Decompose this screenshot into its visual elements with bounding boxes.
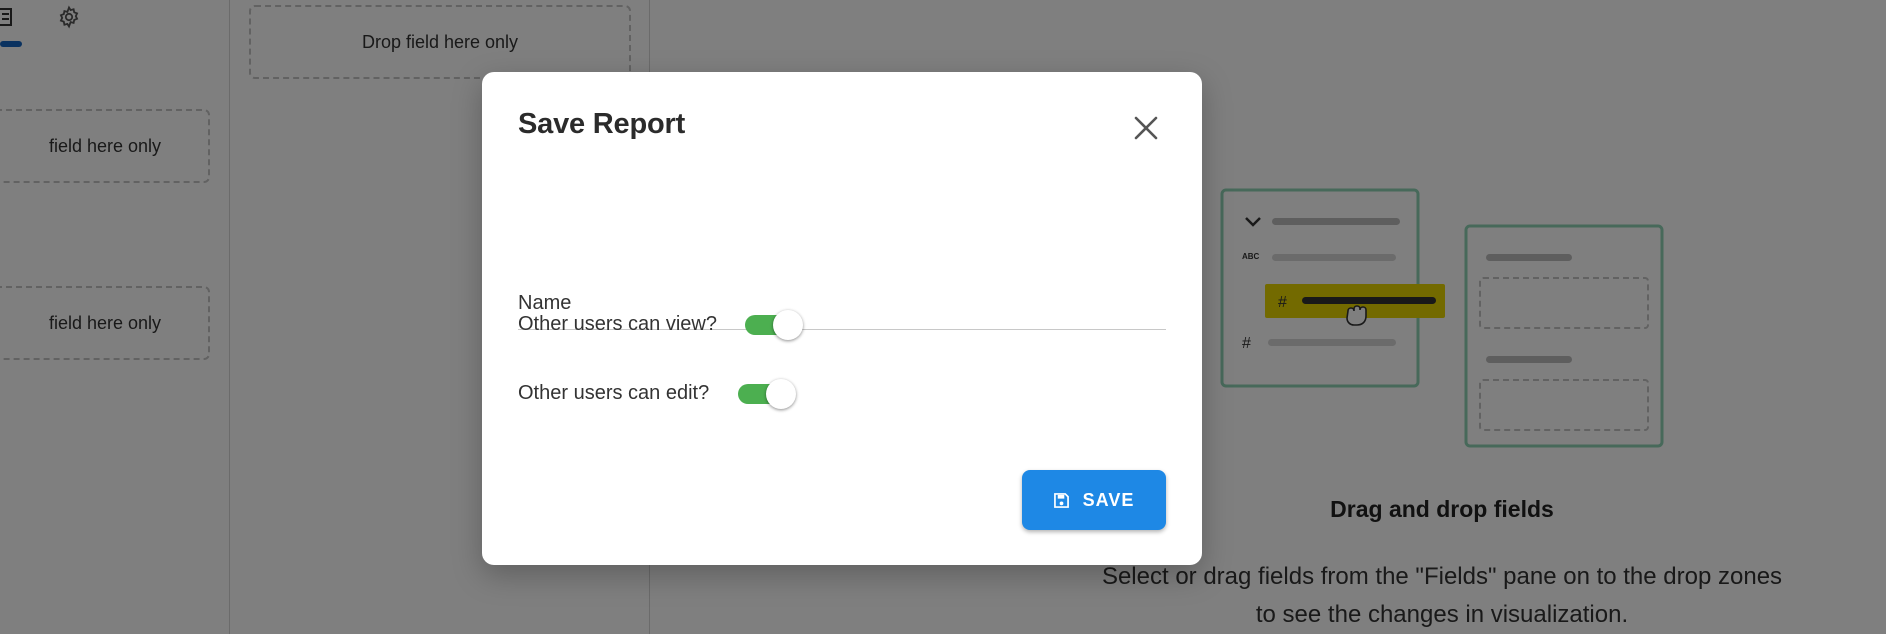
switch-thumb	[772, 310, 803, 340]
save-button[interactable]: SAVE	[1022, 470, 1166, 530]
save-icon	[1053, 492, 1069, 508]
view-permission-label: Other users can view?	[518, 312, 717, 335]
dialog-title: Save Report	[518, 108, 686, 140]
edit-permission-switch[interactable]	[738, 376, 797, 410]
close-icon	[1134, 116, 1158, 140]
save-button-label: SAVE	[1082, 489, 1135, 510]
view-permission-switch[interactable]	[744, 307, 803, 341]
edit-permission-row: Other users can edit?	[518, 373, 797, 413]
close-button[interactable]	[1128, 110, 1164, 146]
view-permission-row: Other users can view?	[518, 304, 803, 344]
switch-thumb	[766, 379, 797, 409]
save-report-dialog: Save Report Name Other users can view? O…	[482, 72, 1202, 565]
edit-permission-label: Other users can edit?	[518, 381, 710, 404]
